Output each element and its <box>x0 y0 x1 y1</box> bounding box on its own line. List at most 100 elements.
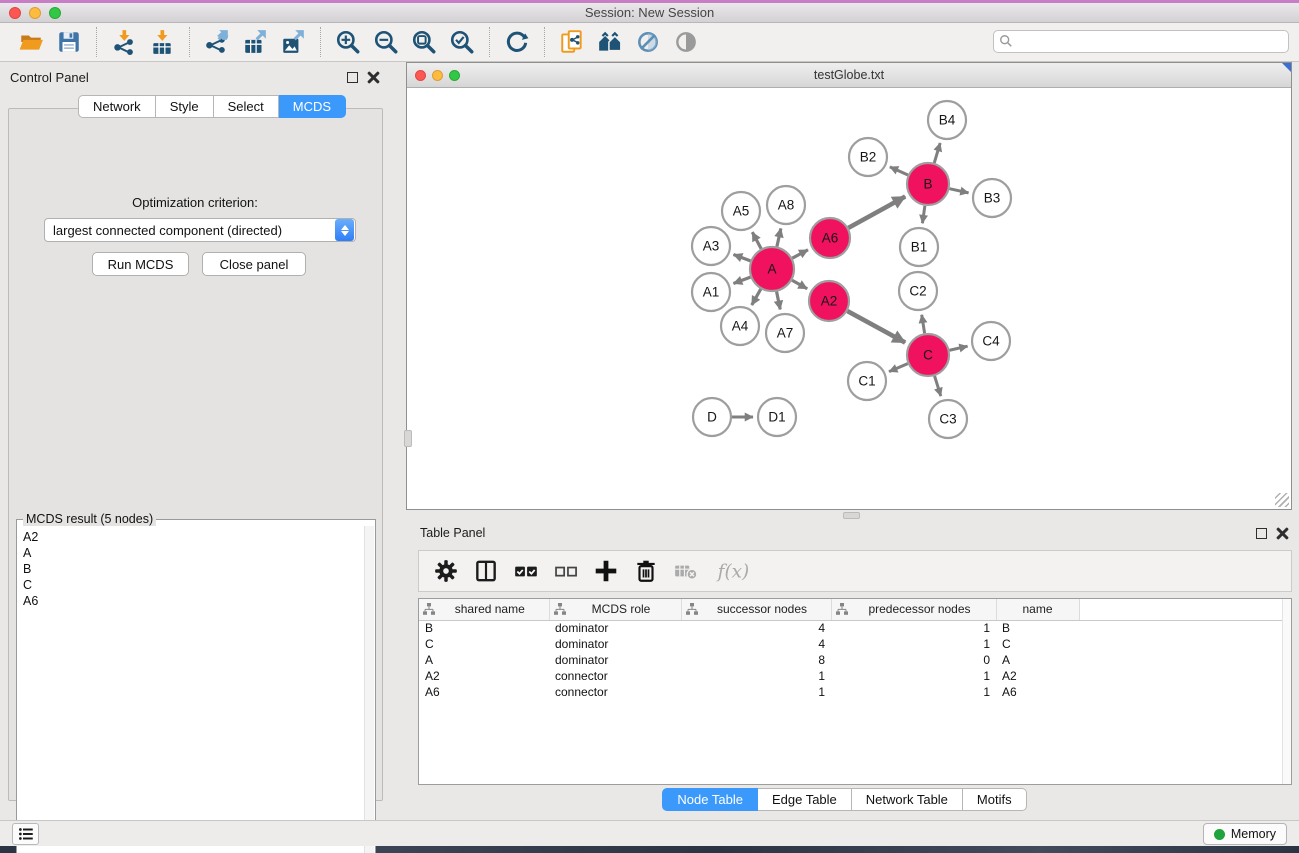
table-cell-successor_nodes[interactable]: 1 <box>681 668 831 684</box>
open-folder-icon[interactable] <box>12 26 50 58</box>
optimization-criterion-select[interactable]: largest connected component (directed) <box>44 218 356 242</box>
table-cell-name[interactable]: A2 <box>996 668 1079 684</box>
graph-edge-A-A1[interactable] <box>733 277 750 283</box>
save-session-icon[interactable] <box>50 26 88 58</box>
float-panel-icon[interactable] <box>347 72 358 83</box>
table-row[interactable]: Bdominator41B <box>419 620 1291 636</box>
table-cell-successor_nodes[interactable]: 4 <box>681 636 831 652</box>
export-image-icon[interactable] <box>274 26 312 58</box>
graph-edge-A-A4[interactable] <box>752 289 761 305</box>
tab-style[interactable]: Style <box>156 95 214 118</box>
column-header-MCDS-role[interactable]: MCDS role <box>549 599 681 620</box>
graph-edge-A6-B[interactable] <box>848 197 905 228</box>
export-table-icon[interactable] <box>236 26 274 58</box>
resize-grip[interactable] <box>1275 493 1289 507</box>
table-cell-shared_name[interactable]: C <box>419 636 549 652</box>
graph-edge-B-B3[interactable] <box>949 189 968 193</box>
close-panel-button[interactable]: Close panel <box>202 252 306 276</box>
table-cell-mcds_role[interactable]: dominator <box>549 620 681 636</box>
mcds-result-item[interactable]: A2 <box>23 529 364 545</box>
splitter-handle-bottom[interactable] <box>843 512 860 519</box>
table-cell-predecessor_nodes[interactable]: 1 <box>831 620 996 636</box>
table-row[interactable]: A2connector11A2 <box>419 668 1291 684</box>
column-view-icon[interactable] <box>473 558 499 584</box>
table-cell-name[interactable]: B <box>996 620 1079 636</box>
close-table-panel-icon[interactable] <box>1276 527 1289 540</box>
tab-edge-table[interactable]: Edge Table <box>758 788 852 811</box>
table-row[interactable]: Cdominator41C <box>419 636 1291 652</box>
table-cell-shared_name[interactable]: B <box>419 620 549 636</box>
mcds-result-item[interactable]: A6 <box>23 593 364 609</box>
table-cell-successor_nodes[interactable]: 4 <box>681 620 831 636</box>
graph-edge-A-A2[interactable] <box>792 280 807 289</box>
mcds-result-item[interactable]: A <box>23 545 364 561</box>
mcds-result-item[interactable]: B <box>23 561 364 577</box>
search-input[interactable] <box>993 30 1289 53</box>
float-table-panel-icon[interactable] <box>1256 528 1267 539</box>
refresh-icon[interactable] <box>498 26 536 58</box>
graph-edge-C-C4[interactable] <box>949 346 967 350</box>
first-neighbors-icon[interactable] <box>591 26 629 58</box>
graphics-details-icon[interactable] <box>629 26 667 58</box>
zoom-out-icon[interactable] <box>367 26 405 58</box>
graph-edge-A-A8[interactable] <box>777 228 781 246</box>
task-history-button[interactable] <box>12 823 39 845</box>
search-field[interactable] <box>993 30 1289 53</box>
table-cell-successor_nodes[interactable]: 1 <box>681 684 831 700</box>
tab-motifs[interactable]: Motifs <box>963 788 1027 811</box>
table-cell-name[interactable]: A6 <box>996 684 1079 700</box>
add-column-icon[interactable] <box>593 558 619 584</box>
table-scrollbar[interactable] <box>1282 599 1291 784</box>
eye-icon[interactable] <box>667 26 705 58</box>
table-cell-predecessor_nodes[interactable]: 1 <box>831 684 996 700</box>
graph-edge-A-A7[interactable] <box>777 292 781 310</box>
table-cell-mcds_role[interactable]: dominator <box>549 652 681 668</box>
column-header-predecessor-nodes[interactable]: predecessor nodes <box>831 599 996 620</box>
memory-button[interactable]: Memory <box>1203 823 1287 845</box>
table-cell-name[interactable]: C <box>996 636 1079 652</box>
settings-gear-icon[interactable] <box>433 558 459 584</box>
column-header-shared-name[interactable]: shared name <box>419 599 549 620</box>
import-network-icon[interactable] <box>105 26 143 58</box>
graph-edge-A-A6[interactable] <box>792 250 808 258</box>
table-cell-shared_name[interactable]: A <box>419 652 549 668</box>
close-panel-icon[interactable] <box>367 71 380 84</box>
select-all-checked-icon[interactable] <box>513 558 539 584</box>
network-canvas[interactable]: AA1A2A3A4A5A6A7A8BB1B2B3B4CC1C2C3C4DD1 <box>407 88 1291 509</box>
zoom-in-icon[interactable] <box>329 26 367 58</box>
graph-edge-A-A5[interactable] <box>752 232 761 249</box>
table-row[interactable]: A6connector11A6 <box>419 684 1291 700</box>
table-cell-successor_nodes[interactable]: 8 <box>681 652 831 668</box>
mcds-result-item[interactable]: C <box>23 577 364 593</box>
delete-column-icon[interactable] <box>633 558 659 584</box>
column-header-name[interactable]: name <box>996 599 1079 620</box>
duplicate-network-icon[interactable] <box>553 26 591 58</box>
table-cell-mcds_role[interactable]: connector <box>549 684 681 700</box>
table-row[interactable]: Adominator80A <box>419 652 1291 668</box>
table-cell-name[interactable]: A <box>996 652 1079 668</box>
tab-network[interactable]: Network <box>78 95 156 118</box>
table-cell-shared_name[interactable]: A2 <box>419 668 549 684</box>
zoom-selected-icon[interactable] <box>443 26 481 58</box>
mcds-result-list[interactable]: A2ABCA6 <box>18 526 364 853</box>
table-cell-mcds_role[interactable]: connector <box>549 668 681 684</box>
graph-edge-B-B2[interactable] <box>890 167 908 175</box>
network-window-titlebar[interactable]: testGlobe.txt <box>407 63 1291 88</box>
column-header-successor-nodes[interactable]: successor nodes <box>681 599 831 620</box>
graph-edge-B-B4[interactable] <box>934 143 940 163</box>
tab-network-table[interactable]: Network Table <box>852 788 963 811</box>
table-cell-mcds_role[interactable]: dominator <box>549 636 681 652</box>
deselect-all-icon[interactable] <box>553 558 579 584</box>
graph-edge-A2-C[interactable] <box>847 311 905 342</box>
table-cell-predecessor_nodes[interactable]: 1 <box>831 636 996 652</box>
graph-edge-C-C1[interactable] <box>889 364 908 372</box>
graph-edge-B-B1[interactable] <box>922 206 924 223</box>
table-cell-predecessor_nodes[interactable]: 0 <box>831 652 996 668</box>
mcds-result-scrollbar[interactable] <box>364 526 374 853</box>
tab-node-table[interactable]: Node Table <box>662 788 758 811</box>
graph-edge-C-C2[interactable] <box>922 315 925 334</box>
splitter-handle-left[interactable] <box>404 430 412 447</box>
tab-mcds[interactable]: MCDS <box>279 95 346 118</box>
table-cell-shared_name[interactable]: A6 <box>419 684 549 700</box>
export-network-icon[interactable] <box>198 26 236 58</box>
